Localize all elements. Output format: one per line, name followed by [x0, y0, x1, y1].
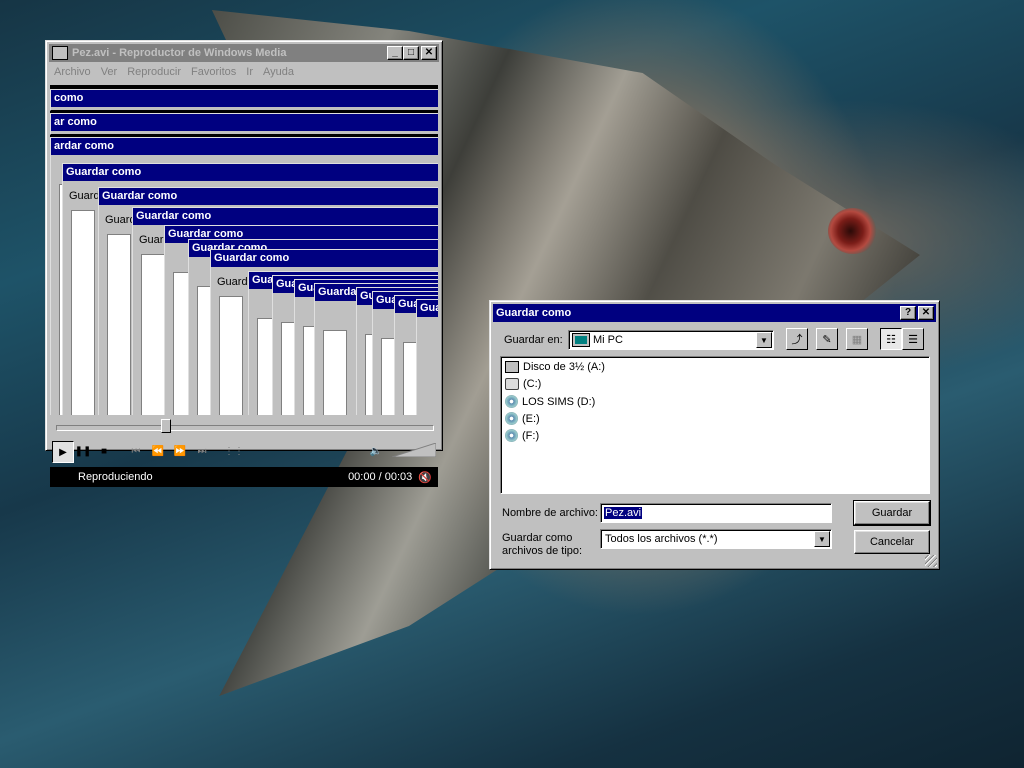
- ghost-list: [107, 234, 131, 415]
- seek-bar[interactable]: [56, 425, 434, 431]
- help-button[interactable]: ?: [900, 306, 916, 320]
- save-button[interactable]: Guardar: [853, 500, 931, 526]
- dialog-close-button[interactable]: ✕: [918, 306, 934, 320]
- ghost-window: como: [50, 89, 438, 111]
- menu-ver[interactable]: Ver: [101, 66, 118, 82]
- save-as-dialog: Guardar como ? ✕ Guardar en: Mi PC ▼ ⤴ ✎…: [489, 300, 940, 570]
- list-item[interactable]: (C:): [505, 378, 541, 390]
- menu-favoritos[interactable]: Favoritos: [191, 66, 236, 82]
- minimize-button[interactable]: _: [387, 46, 403, 60]
- filename-value: Pez.avi: [604, 507, 643, 519]
- filetype-value: Todos los archivos (*.*): [605, 533, 718, 545]
- ghost-title: Guardar como: [211, 250, 438, 267]
- player-menubar: Archivo Ver Reproducir Favoritos Ir Ayud…: [46, 62, 442, 82]
- hard-drive-icon: [505, 378, 519, 390]
- ghost-title: Guardar como: [63, 164, 438, 181]
- ghost-title: ardar como: [51, 138, 438, 155]
- cd-drive-icon: [505, 395, 518, 408]
- fish-eye: [828, 208, 878, 254]
- dialog-titlebar[interactable]: Guardar como ? ✕: [493, 304, 936, 322]
- list-item[interactable]: LOS SIMS (D:): [505, 395, 595, 408]
- file-list[interactable]: Disco de 3½ (A:) (C:) LOS SIMS (D:) (E:)…: [500, 356, 930, 494]
- ghost-title: Guardar como: [133, 208, 438, 225]
- playlist-button[interactable]: ⋮⋮: [224, 441, 244, 461]
- filetype-dropdown[interactable]: Todos los archivos (*.*) ▼: [600, 529, 832, 549]
- chevron-down-icon[interactable]: ▼: [814, 531, 830, 547]
- list-item-label: (C:): [523, 378, 542, 390]
- playback-time: 00:00 / 00:03: [348, 471, 413, 483]
- skip-forward-button[interactable]: ⏭: [192, 441, 212, 461]
- playback-status: Reproduciendo: [78, 471, 153, 483]
- desktop-icon[interactable]: ▦: [846, 328, 868, 350]
- details-view-icon[interactable]: ☰: [902, 328, 924, 350]
- filename-label: Nombre de archivo:: [502, 507, 598, 519]
- ghost-list: [71, 210, 95, 415]
- menu-reproducir[interactable]: Reproducir: [127, 66, 181, 82]
- list-item-label: (E:): [522, 412, 540, 425]
- pause-button[interactable]: ❚❚: [73, 441, 93, 461]
- list-item-label: (F:): [522, 429, 540, 442]
- fast-forward-button[interactable]: ⏩: [170, 441, 190, 461]
- player-title: Pez.avi - Reproductor de Windows Media: [72, 47, 287, 59]
- filetype-label-line1: Guardar como: [502, 532, 573, 544]
- skip-back-button[interactable]: ⏮: [126, 441, 146, 461]
- cd-drive-icon: [505, 429, 518, 442]
- filetype-label-line2: archivos de tipo:: [502, 545, 583, 557]
- player-titlebar[interactable]: Pez.avi - Reproductor de Windows Media _…: [49, 44, 439, 62]
- up-folder-icon[interactable]: ⤴: [786, 328, 808, 350]
- save-button-label: Guardar: [871, 507, 913, 519]
- save-in-value: Mi PC: [593, 334, 623, 346]
- mute-icon[interactable]: 🔈: [366, 441, 386, 461]
- rewind-button[interactable]: ⏪: [148, 441, 168, 461]
- dialog-title: Guardar como: [496, 307, 572, 319]
- ghost-window: Guardar como: [416, 299, 438, 415]
- video-area[interactable]: como ar como ardar como Guardar como Gua…: [50, 85, 438, 415]
- menu-ayuda[interactable]: Ayuda: [263, 66, 294, 82]
- menu-archivo[interactable]: Archivo: [54, 66, 91, 82]
- ghost-title: Guardar como: [417, 300, 438, 317]
- cd-drive-icon: [505, 412, 518, 425]
- list-item-label: LOS SIMS (D:): [522, 395, 596, 408]
- ghost-window: ar como: [50, 113, 438, 135]
- new-folder-icon[interactable]: ✎: [816, 328, 838, 350]
- maximize-button[interactable]: □: [403, 46, 419, 60]
- ghost-title: Guardar como: [99, 188, 438, 205]
- floppy-drive-icon: [505, 361, 519, 373]
- ghost-title: como: [51, 90, 438, 107]
- save-in-dropdown[interactable]: Mi PC ▼: [568, 330, 774, 350]
- ghost-list: [323, 330, 347, 415]
- play-button[interactable]: ▶: [52, 441, 74, 463]
- speaker-icon: 🔇: [418, 471, 432, 484]
- volume-slider[interactable]: [391, 442, 437, 458]
- ghost-title: ar como: [51, 114, 438, 131]
- my-computer-icon: [572, 333, 590, 347]
- seek-thumb[interactable]: [160, 419, 171, 433]
- save-in-label: Guardar en:: [504, 334, 563, 346]
- ghost-list: [141, 254, 165, 415]
- resize-grip-icon[interactable]: [925, 555, 937, 567]
- list-item[interactable]: Disco de 3½ (A:): [505, 361, 605, 373]
- player-app-icon: [52, 46, 68, 60]
- player-status-bar: Reproduciendo 00:00 / 00:03 🔇: [50, 467, 438, 487]
- stop-button[interactable]: ■: [94, 441, 114, 461]
- cancel-button[interactable]: Cancelar: [854, 530, 930, 554]
- list-item[interactable]: (F:): [505, 429, 539, 442]
- filename-field[interactable]: Pez.avi: [600, 503, 832, 523]
- chevron-down-icon[interactable]: ▼: [756, 332, 772, 348]
- menu-ir[interactable]: Ir: [246, 66, 253, 82]
- list-item-label: Disco de 3½ (A:): [523, 361, 605, 373]
- cancel-button-label: Cancelar: [869, 536, 915, 548]
- list-item[interactable]: (E:): [505, 412, 540, 425]
- ghost-list: [219, 296, 243, 415]
- list-view-icon[interactable]: ☷: [880, 328, 902, 350]
- close-button[interactable]: ✕: [421, 46, 437, 60]
- media-player-window: Pez.avi - Reproductor de Windows Media _…: [45, 40, 443, 487]
